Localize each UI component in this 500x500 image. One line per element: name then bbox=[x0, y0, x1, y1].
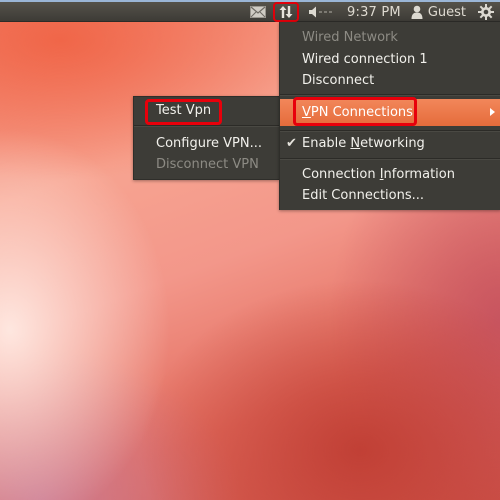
menu-item-wired-connection-1[interactable]: Wired connection 1 bbox=[280, 49, 500, 70]
menu-separator bbox=[280, 130, 500, 132]
menu-item-connection-information[interactable]: Connection Information bbox=[280, 164, 500, 185]
checkmark-icon: ✔ bbox=[286, 136, 297, 151]
user-name: Guest bbox=[427, 4, 466, 20]
menu-separator bbox=[280, 158, 500, 160]
gear-icon bbox=[478, 4, 494, 20]
vpn-item-test-vpn[interactable]: Test Vpn bbox=[134, 100, 279, 121]
vpn-submenu: Test Vpn Configure VPN... Disconnect VPN bbox=[133, 96, 279, 180]
submenu-arrow-icon bbox=[490, 108, 495, 116]
session-menu[interactable] bbox=[476, 2, 496, 22]
menu-item-label: Edit Connections... bbox=[302, 188, 425, 203]
sound-indicator[interactable] bbox=[305, 2, 339, 22]
vpn-item-disconnect: Disconnect VPN bbox=[134, 154, 279, 175]
menu-item-wired-network: Wired Network bbox=[280, 27, 500, 48]
messaging-indicator[interactable] bbox=[245, 2, 271, 22]
clock[interactable]: 9:37 PM bbox=[347, 5, 401, 20]
user-menu[interactable]: Guest bbox=[411, 5, 466, 20]
user-icon bbox=[411, 5, 423, 19]
menu-item-label: Enable Networking bbox=[302, 136, 425, 151]
network-indicator[interactable] bbox=[273, 2, 300, 22]
network-menu: Wired Network Wired connection 1 Disconn… bbox=[279, 22, 500, 210]
menu-item-enable-networking[interactable]: ✔ Enable Networking bbox=[280, 133, 500, 154]
menu-item-label: Connection Information bbox=[302, 167, 455, 182]
vpn-item-label: Configure VPN... bbox=[156, 136, 262, 151]
mail-icon bbox=[250, 6, 267, 18]
vpn-item-configure[interactable]: Configure VPN... bbox=[134, 133, 279, 154]
network-updown-icon bbox=[279, 6, 293, 18]
vpn-item-label: Test Vpn bbox=[156, 103, 212, 118]
volume-muted-icon bbox=[309, 6, 333, 18]
menu-item-label: Wired connection 1 bbox=[302, 52, 428, 67]
menu-separator bbox=[134, 125, 279, 127]
panel-indicators: 9:37 PM Guest bbox=[245, 2, 500, 22]
menu-item-label: Disconnect bbox=[302, 73, 375, 88]
menu-separator bbox=[280, 94, 500, 96]
menu-item-vpn-connections[interactable]: VPN Connections bbox=[280, 99, 500, 126]
menu-item-disconnect[interactable]: Disconnect bbox=[280, 70, 500, 91]
menu-item-edit-connections[interactable]: Edit Connections... bbox=[280, 185, 500, 206]
menu-item-label: VPN Connections bbox=[302, 105, 413, 120]
vpn-item-label: Disconnect VPN bbox=[156, 157, 259, 172]
menu-item-label: Wired Network bbox=[302, 30, 398, 45]
top-panel: 9:37 PM Guest bbox=[0, 0, 500, 22]
